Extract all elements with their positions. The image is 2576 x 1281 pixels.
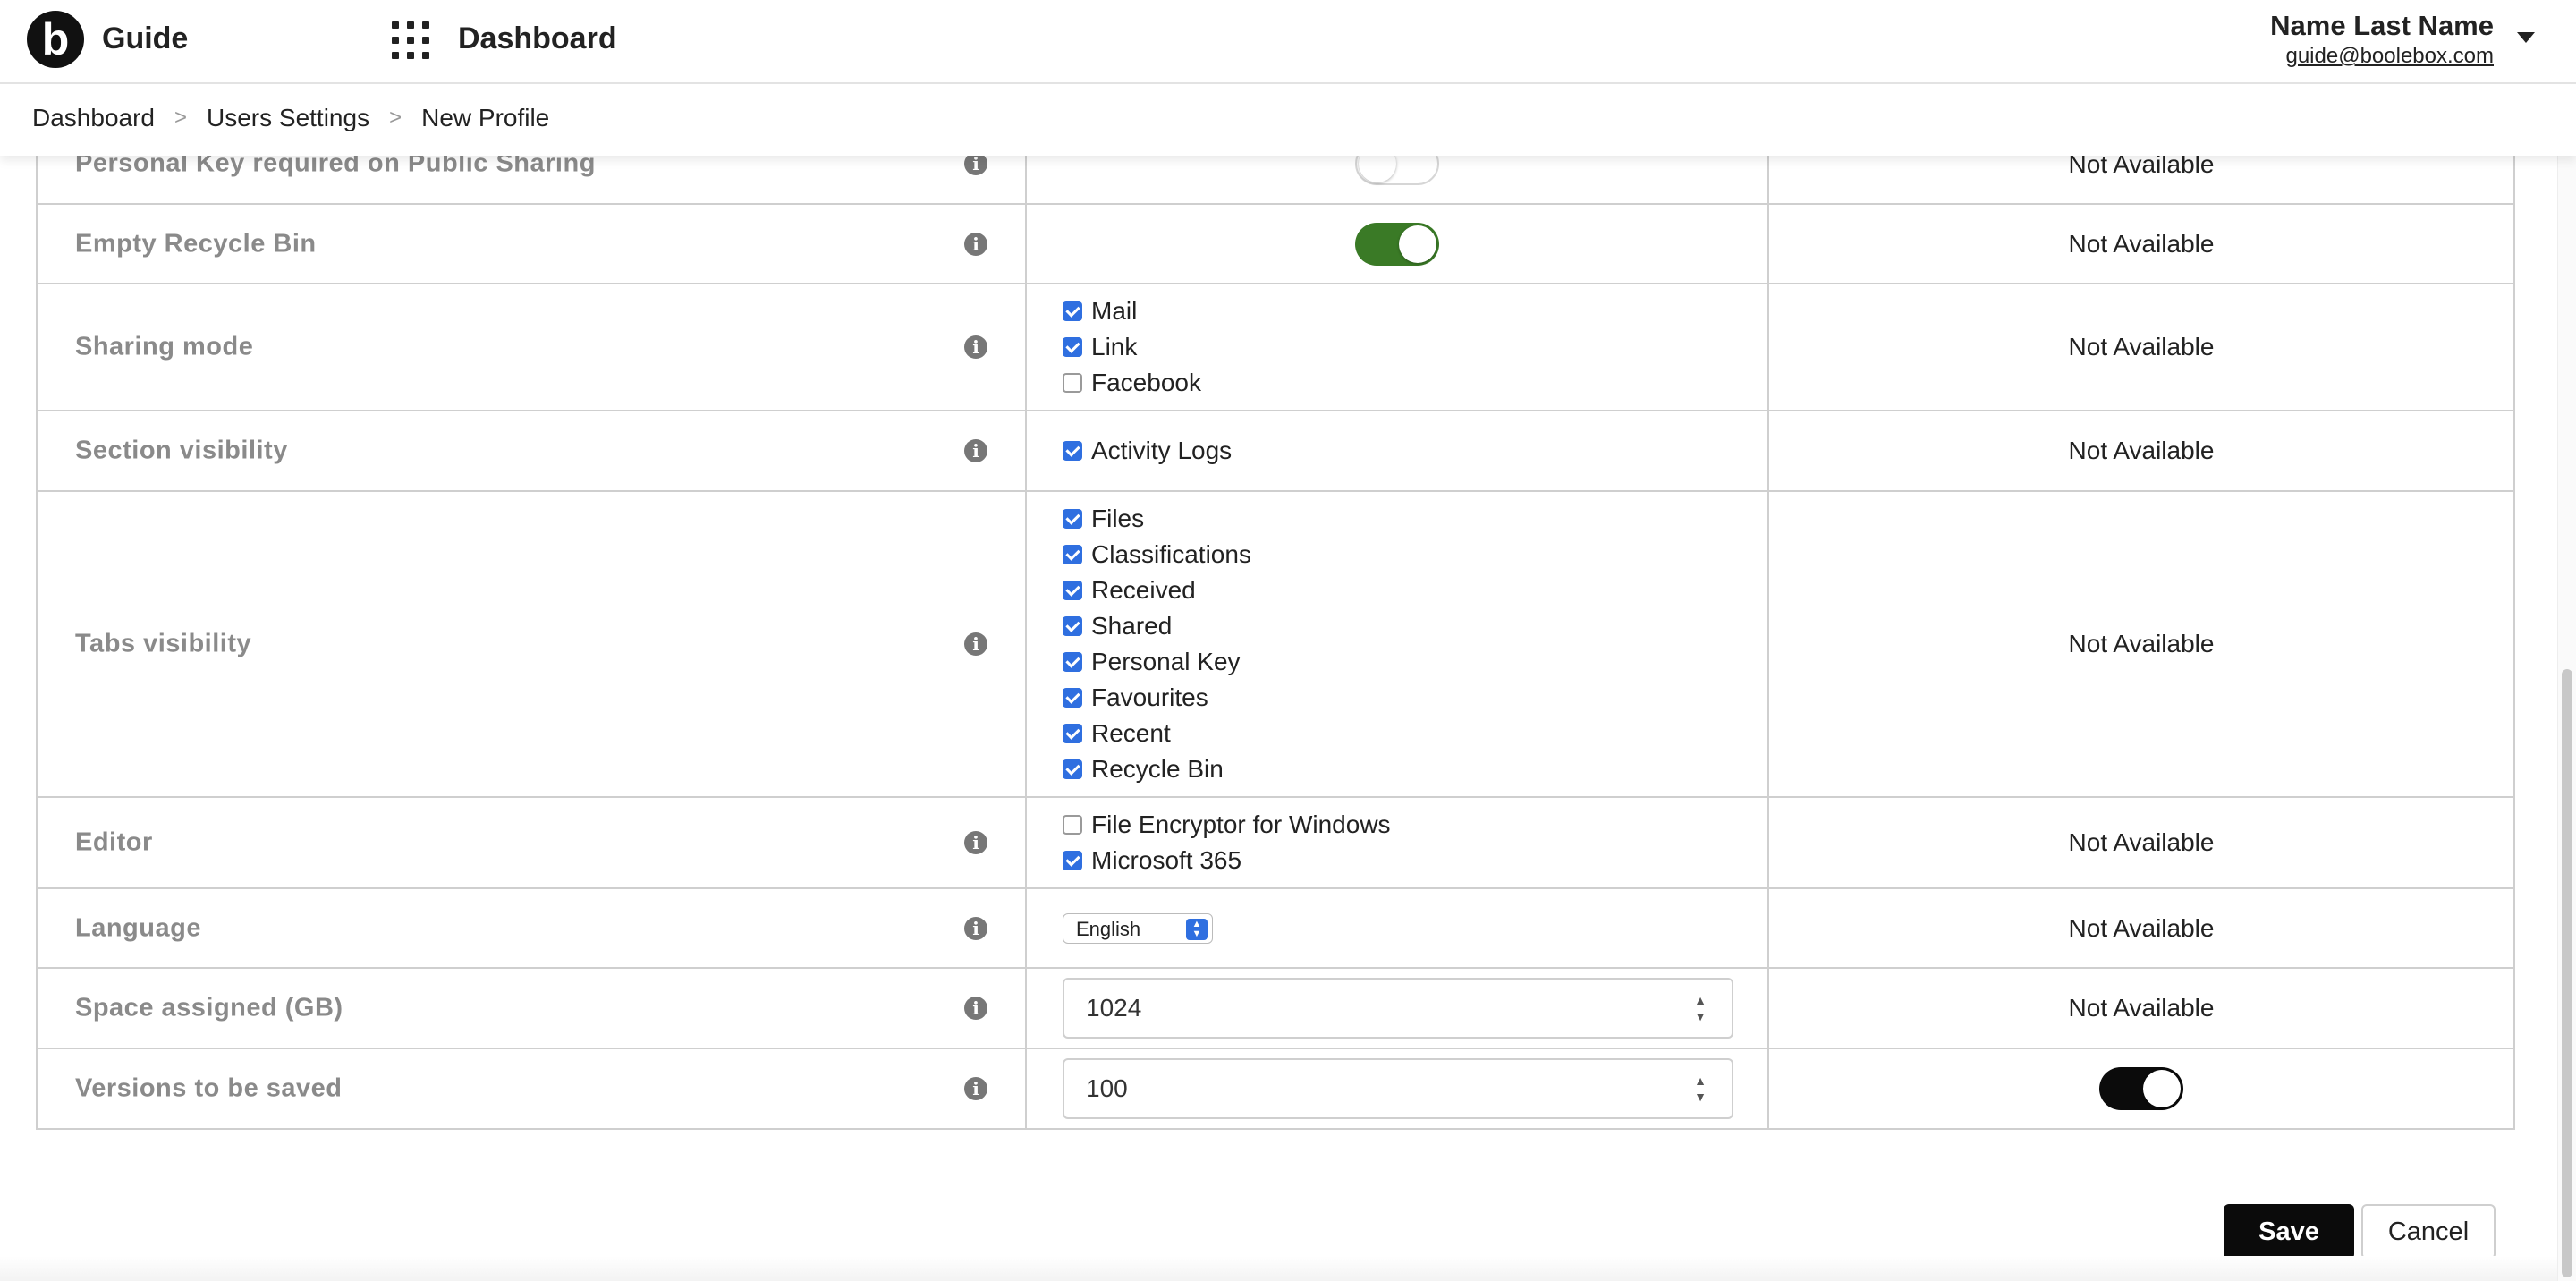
row-label: Versions to be saved [75, 1073, 343, 1103]
checkbox[interactable] [1063, 441, 1082, 461]
availability-text: Not Available [1767, 796, 2515, 889]
checkbox[interactable] [1063, 724, 1082, 743]
space-assigned-input[interactable]: 1024 ▲ ▼ [1063, 978, 1733, 1039]
row-label: Section visibility [75, 436, 288, 465]
option-recent[interactable]: Recent [1063, 716, 1767, 751]
breadcrumb-separator: > [389, 106, 402, 130]
info-icon[interactable]: i [964, 997, 987, 1020]
availability-text: Not Available [1767, 887, 2515, 969]
caret-down-icon[interactable] [2517, 32, 2535, 43]
versions-saved-value: 100 [1086, 1074, 1128, 1102]
versions-saved-input[interactable]: 100 ▲ ▼ [1063, 1058, 1733, 1119]
option-classifications[interactable]: Classifications [1063, 537, 1767, 573]
breadcrumb-dashboard[interactable]: Dashboard [32, 104, 155, 132]
save-button[interactable]: Save [2224, 1204, 2354, 1260]
app-name: Guide [102, 21, 189, 55]
option-recycle-bin[interactable]: Recycle Bin [1063, 751, 1767, 787]
row-editor: Editor i File Encryptor for Windows Micr… [36, 796, 2515, 889]
editor-options: File Encryptor for Windows Microsoft 365 [1027, 800, 1767, 886]
cancel-button[interactable]: Cancel [2361, 1204, 2496, 1260]
section-visibility-options: Activity Logs [1027, 433, 1767, 469]
row-versions-saved: Versions to be saved i 100 ▲ ▼ [36, 1048, 2515, 1130]
checkbox[interactable] [1063, 815, 1082, 835]
info-icon[interactable]: i [964, 1077, 987, 1100]
apps-grid-icon[interactable] [392, 21, 429, 59]
option-link[interactable]: Link [1063, 329, 1767, 365]
availability-text: Not Available [1767, 967, 2515, 1049]
page-bottom-shadow [0, 1256, 2576, 1281]
row-tabs-visibility: Tabs visibility i Files Classifications … [36, 490, 2515, 798]
option-file-encryptor[interactable]: File Encryptor for Windows [1063, 807, 1767, 843]
row-sharing-mode: Sharing mode i Mail Link Facebook Not Av… [36, 283, 2515, 411]
option-files[interactable]: Files [1063, 501, 1767, 537]
row-label: Sharing mode [75, 332, 254, 361]
info-icon[interactable]: i [964, 632, 987, 656]
info-icon[interactable]: i [964, 916, 987, 940]
row-space-assigned: Space assigned (GB) i 1024 ▲ ▼ Not Availa… [36, 967, 2515, 1049]
info-icon[interactable]: i [964, 335, 987, 359]
scrollbar-thumb[interactable] [2562, 669, 2572, 1277]
checkbox[interactable] [1063, 373, 1082, 393]
language-selected-value: English [1076, 917, 1141, 940]
checkbox[interactable] [1063, 509, 1082, 529]
checkbox[interactable] [1063, 545, 1082, 564]
option-shared[interactable]: Shared [1063, 608, 1767, 644]
availability-text: Not Available [1767, 490, 2515, 798]
breadcrumb-bar: Dashboard > Users Settings > New Profile [0, 84, 2576, 156]
row-label: Space assigned (GB) [75, 993, 343, 1022]
select-arrows-icon: ▲ ▼ [1186, 918, 1208, 940]
option-facebook[interactable]: Facebook [1063, 365, 1767, 401]
availability-text: Not Available [1767, 283, 2515, 411]
option-mail[interactable]: Mail [1063, 293, 1767, 329]
checkbox[interactable] [1063, 759, 1082, 779]
info-icon[interactable]: i [964, 831, 987, 854]
checkbox[interactable] [1063, 581, 1082, 600]
breadcrumb-new-profile: New Profile [421, 104, 550, 131]
checkbox[interactable] [1063, 652, 1082, 672]
option-activity-logs[interactable]: Activity Logs [1063, 433, 1767, 469]
space-assigned-value: 1024 [1086, 994, 1142, 1022]
breadcrumb-users-settings[interactable]: Users Settings [207, 104, 369, 132]
checkbox[interactable] [1063, 337, 1082, 357]
option-personal-key[interactable]: Personal Key [1063, 644, 1767, 680]
number-stepper-icon[interactable]: ▲ ▼ [1692, 992, 1708, 1026]
nav-title[interactable]: Dashboard [458, 21, 617, 56]
availability-text: Not Available [1767, 410, 2515, 492]
boolebox-logo-icon[interactable]: b [27, 11, 84, 68]
option-favourites[interactable]: Favourites [1063, 680, 1767, 716]
empty-recycle-bin-toggle[interactable] [1355, 222, 1439, 266]
row-empty-recycle-bin: Empty Recycle Bin i Not Available [36, 203, 2515, 284]
versions-saved-toggle[interactable] [2099, 1067, 2183, 1110]
row-label: Tabs visibility [75, 629, 252, 658]
row-label: Editor [75, 827, 153, 857]
checkbox[interactable] [1063, 688, 1082, 708]
checkbox[interactable] [1063, 616, 1082, 636]
breadcrumb: Dashboard > Users Settings > New Profile [32, 104, 549, 132]
profile-settings-table: Personal Key required on Public Sharing … [36, 0, 2515, 1130]
user-email-link[interactable]: guide@boolebox.com [2270, 43, 2494, 70]
tabs-visibility-options: Files Classifications Received Shared Pe… [1027, 492, 1767, 796]
row-section-visibility: Section visibility i Activity Logs Not A… [36, 410, 2515, 492]
checkbox[interactable] [1063, 851, 1082, 870]
info-icon[interactable]: i [964, 232, 987, 256]
sharing-mode-options: Mail Link Facebook [1027, 286, 1767, 408]
language-select[interactable]: English ▲ ▼ [1063, 912, 1213, 944]
row-language: Language i English ▲ ▼ Not Available [36, 887, 2515, 969]
info-icon[interactable]: i [964, 439, 987, 462]
user-name[interactable]: Name Last Name [2270, 9, 2494, 43]
checkbox[interactable] [1063, 301, 1082, 321]
availability-text: Not Available [1767, 203, 2515, 284]
option-received[interactable]: Received [1063, 573, 1767, 608]
user-menu[interactable]: Name Last Name guide@boolebox.com [2270, 9, 2494, 70]
row-label: Empty Recycle Bin [75, 229, 317, 258]
option-microsoft-365[interactable]: Microsoft 365 [1063, 843, 1767, 878]
row-label: Language [75, 913, 201, 942]
breadcrumb-separator: > [174, 106, 187, 130]
number-stepper-icon[interactable]: ▲ ▼ [1692, 1073, 1708, 1107]
top-bar: b Guide Dashboard Name Last Name guide@b… [0, 0, 2576, 84]
